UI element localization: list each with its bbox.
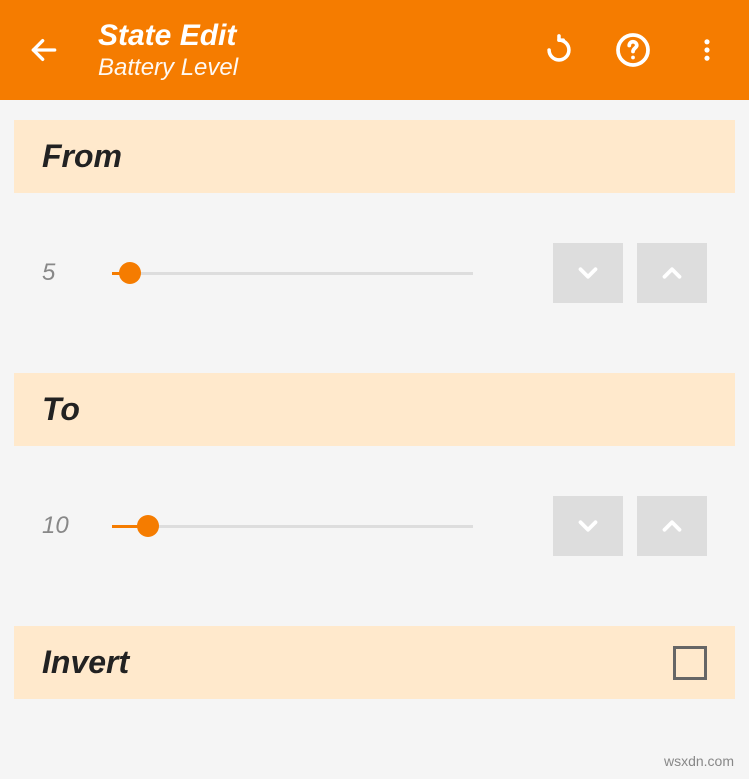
invert-label: Invert — [42, 644, 129, 681]
app-header: State Edit Battery Level — [0, 0, 749, 100]
chevron-up-icon — [657, 258, 687, 288]
from-stepper — [553, 243, 707, 303]
slider-track — [112, 525, 473, 528]
from-slider[interactable] — [112, 261, 473, 285]
invert-row[interactable]: Invert — [14, 626, 735, 699]
from-value: 5 — [42, 259, 92, 287]
to-stepper — [553, 496, 707, 556]
watermark: wsxdn.com — [664, 753, 734, 769]
chevron-down-icon — [573, 258, 603, 288]
chevron-up-icon — [657, 511, 687, 541]
to-value: 10 — [42, 512, 92, 540]
content: From 5 To 10 — [0, 120, 749, 699]
undo-button[interactable] — [537, 28, 581, 72]
page-title: State Edit — [98, 18, 537, 54]
header-actions — [537, 28, 729, 72]
to-section-header: To — [14, 373, 735, 446]
title-block: State Edit Battery Level — [98, 18, 537, 83]
help-button[interactable] — [611, 28, 655, 72]
to-increment-button[interactable] — [637, 496, 707, 556]
help-icon — [615, 32, 651, 68]
to-slider[interactable] — [112, 514, 473, 538]
from-section-header: From — [14, 120, 735, 193]
page-subtitle: Battery Level — [98, 54, 537, 83]
chevron-down-icon — [573, 511, 603, 541]
arrow-left-icon — [28, 34, 60, 66]
more-vertical-icon — [693, 36, 721, 64]
more-button[interactable] — [685, 28, 729, 72]
back-button[interactable] — [20, 26, 68, 74]
from-decrement-button[interactable] — [553, 243, 623, 303]
slider-track — [112, 272, 473, 275]
slider-thumb[interactable] — [137, 515, 159, 537]
invert-checkbox[interactable] — [673, 646, 707, 680]
from-increment-button[interactable] — [637, 243, 707, 303]
undo-icon — [542, 33, 576, 67]
slider-thumb[interactable] — [119, 262, 141, 284]
from-slider-row: 5 — [14, 193, 735, 353]
to-decrement-button[interactable] — [553, 496, 623, 556]
to-slider-row: 10 — [14, 446, 735, 606]
